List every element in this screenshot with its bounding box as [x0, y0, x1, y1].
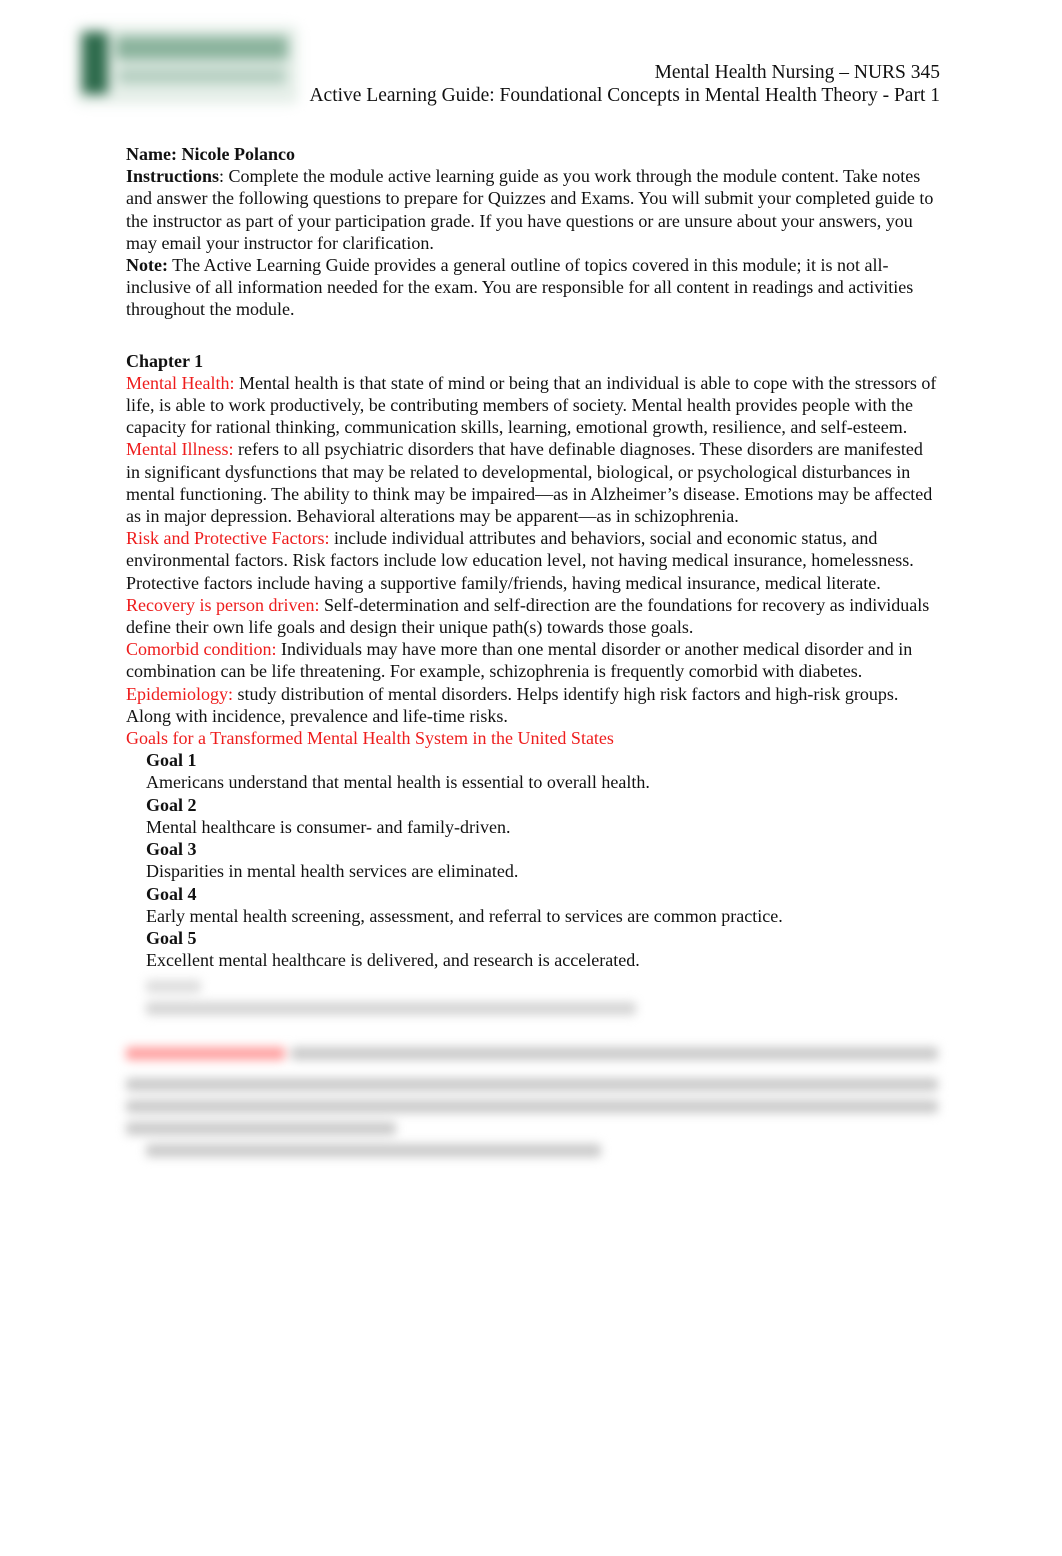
goal-text: Disparities in mental health services ar… — [146, 861, 519, 882]
term-label: Epidemiology: — [126, 683, 233, 704]
goal-text: Early mental health screening, assessmen… — [146, 905, 783, 926]
goals-list: Goal 1 Americans understand that mental … — [126, 749, 938, 971]
goal-text: Excellent mental healthcare is delivered… — [146, 950, 640, 971]
term-recovery: Recovery is person driven: Self-determin… — [126, 594, 938, 638]
term-epidemiology: Epidemiology: study distribution of ment… — [126, 683, 938, 727]
name-label: Name: — [126, 144, 177, 164]
university-logo — [76, 26, 298, 104]
student-name-line: Name: Nicole Polanco — [126, 143, 938, 165]
document-body: Name: Nicole Polanco Instructions: Compl… — [126, 143, 938, 1166]
logo-mark — [82, 32, 108, 94]
term-label: Mental Illness: — [126, 439, 234, 460]
term-mental-illness: Mental Illness: refers to all psychiatri… — [126, 438, 938, 527]
instructions-label: Instructions — [126, 166, 220, 187]
student-name: Nicole Polanco — [181, 144, 295, 164]
term-comorbid-condition: Comorbid condition: Individuals may have… — [126, 638, 938, 682]
term-definition: Mental health is that state of mind or b… — [126, 372, 937, 438]
term-label: Risk and Protective Factors: — [126, 528, 330, 549]
term-label: Recovery is person driven: — [126, 594, 320, 615]
instructions-text: : Complete the module active learning gu… — [126, 166, 934, 253]
goals-heading: Goals for a Transformed Mental Health Sy… — [126, 728, 614, 749]
term-mental-health: Mental Health: Mental health is that sta… — [126, 372, 938, 439]
instructions-paragraph: Instructions: Complete the module active… — [126, 165, 938, 254]
chapter-heading: Chapter 1 — [126, 350, 204, 371]
goal-label: Goal 4 — [146, 883, 197, 904]
term-definition: refers to all psychiatric disorders that… — [126, 439, 933, 527]
term-label: Comorbid condition: — [126, 639, 277, 660]
blurred-content — [126, 980, 938, 1158]
goal-label: Goal 5 — [146, 927, 197, 948]
note-paragraph: Note: The Active Learning Guide provides… — [126, 254, 938, 321]
logo-wordmark — [116, 36, 288, 60]
goal-text: Americans understand that mental health … — [146, 772, 650, 793]
course-title: Mental Health Nursing – NURS 345 — [654, 62, 940, 83]
goal-label: Goal 1 — [146, 750, 197, 771]
term-definition: study distribution of mental disorders. … — [126, 683, 899, 726]
goal-label: Goal 3 — [146, 839, 197, 860]
term-risk-protective-factors: Risk and Protective Factors: include ind… — [126, 527, 938, 594]
note-text: The Active Learning Guide provides a gen… — [126, 255, 914, 320]
logo-subtitle — [118, 68, 286, 84]
goal-text: Mental healthcare is consumer- and famil… — [146, 816, 511, 837]
note-label: Note: — [126, 255, 168, 276]
term-label: Mental Health: — [126, 372, 235, 393]
document-header: Mental Health Nursing – NURS 345 Active … — [309, 61, 940, 107]
guide-title: Active Learning Guide: Foundational Conc… — [309, 85, 940, 106]
goal-label: Goal 2 — [146, 794, 197, 815]
